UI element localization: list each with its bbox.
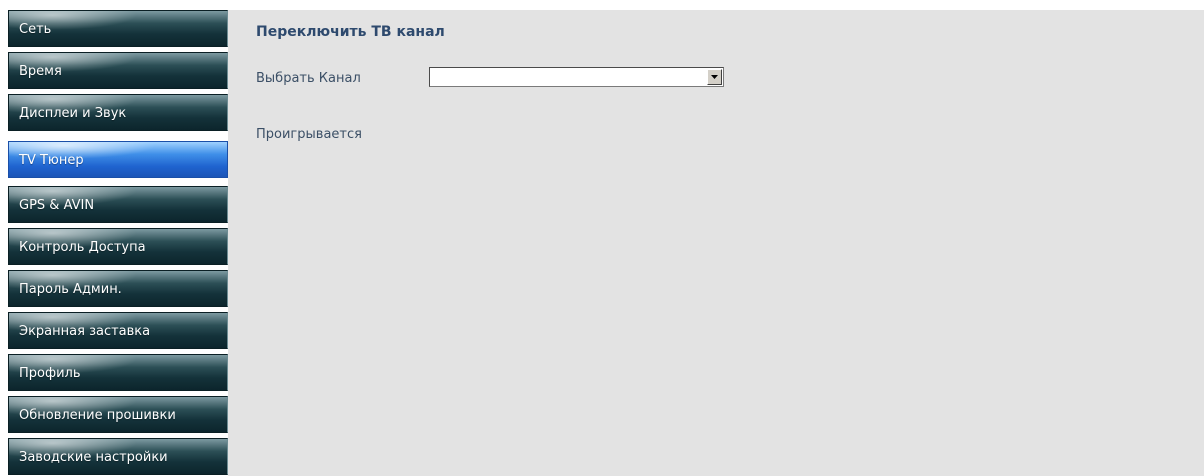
playing-status-label: Проигрывается (256, 127, 362, 142)
sidebar-item-time[interactable]: Время (8, 52, 228, 89)
sidebar-nav: Сеть Время Дисплеи и Звук TV Тюнер GPS &… (8, 10, 228, 476)
channel-select[interactable] (429, 67, 724, 87)
chevron-down-glyph (711, 75, 718, 79)
chevron-down-icon[interactable] (707, 69, 722, 85)
sidebar-item-firmware-update[interactable]: Обновление прошивки (8, 396, 228, 433)
sidebar-item-admin-password[interactable]: Пароль Админ. (8, 270, 228, 307)
sidebar-item-screensaver[interactable]: Экранная заставка (8, 312, 228, 349)
sidebar-item-access-control[interactable]: Контроль Доступа (8, 228, 228, 265)
sidebar-item-tv-tuner[interactable]: TV Тюнер (8, 141, 228, 178)
sidebar-item-network[interactable]: Сеть (8, 10, 228, 47)
sidebar-item-gps-avin[interactable]: GPS & AVIN (8, 186, 228, 223)
main-content: Переключить ТВ канал Выбрать Канал Проиг… (228, 10, 1204, 476)
page: Сеть Время Дисплеи и Звук TV Тюнер GPS &… (0, 0, 1204, 476)
channel-select-label: Выбрать Канал (256, 71, 361, 86)
sidebar-item-display-sound[interactable]: Дисплеи и Звук (8, 94, 228, 131)
page-title: Переключить ТВ канал (256, 24, 445, 40)
sidebar-item-factory-settings[interactable]: Заводские настройки (8, 438, 228, 475)
sidebar-item-profile[interactable]: Профиль (8, 354, 228, 391)
